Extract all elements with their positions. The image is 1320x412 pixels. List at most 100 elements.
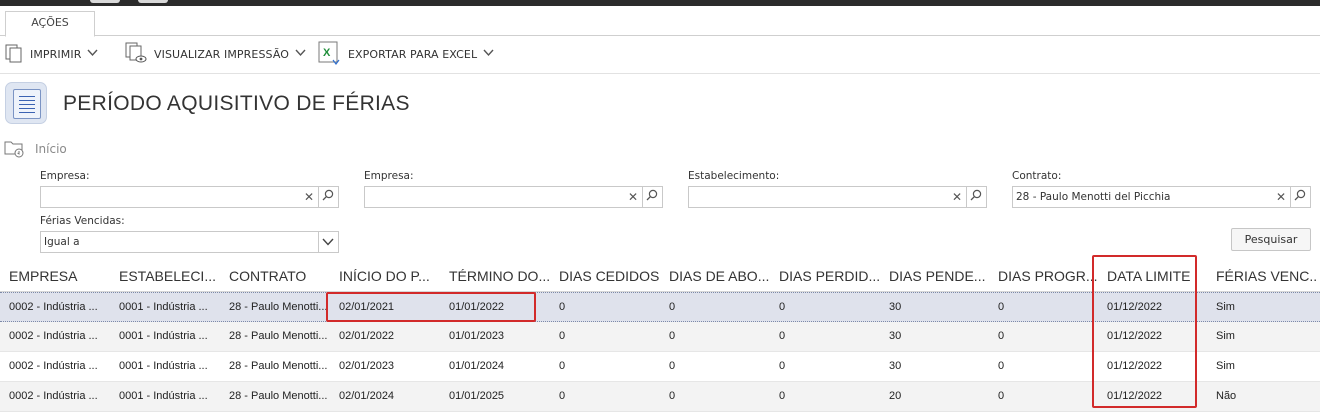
cell-inicio: 02/01/2023 <box>339 360 395 372</box>
cell-dias-perdidos: 0 <box>779 301 786 313</box>
cell-dias-cedidos: 0 <box>559 390 566 402</box>
folder-home-icon <box>4 138 26 161</box>
print-icon <box>4 42 24 67</box>
breadcrumb-label: Início <box>35 142 67 156</box>
column-header-estabelecimento[interactable]: ESTABELECI... <box>119 268 219 284</box>
column-header-dias-programados[interactable]: DIAS PROGR... <box>998 268 1100 284</box>
table-row[interactable]: 0002 - Indústria ... 0001 - Indústria ..… <box>0 352 1320 382</box>
table-row[interactable]: 0002 - Indústria ... 0001 - Indústria ..… <box>0 322 1320 352</box>
cell-contrato: 28 - Paulo Menotti... <box>229 330 328 342</box>
filter-empresa-2: Empresa: ✕ <box>364 170 663 208</box>
cell-ferias-vencidas: Sim <box>1216 301 1235 313</box>
filter-empresa-1: Empresa: ✕ <box>40 170 339 208</box>
cell-dias-programados: 0 <box>998 301 1005 313</box>
chevron-down-icon <box>295 49 306 60</box>
column-header-termino[interactable]: TÉRMINO DO... <box>449 268 551 284</box>
cell-termino: 01/01/2024 <box>449 360 505 372</box>
document-list-icon <box>5 82 47 124</box>
search-icon[interactable] <box>1292 189 1308 205</box>
grid-header-row: EMPRESA ESTABELECI... CONTRATO INÍCIO DO… <box>0 262 1320 292</box>
cell-dias-abono: 0 <box>669 360 676 372</box>
filter-label: Férias Vencidas: <box>40 215 125 227</box>
top-bar-handle <box>90 0 120 3</box>
cell-inicio: 02/01/2021 <box>339 301 395 313</box>
estabelecimento-input[interactable]: ✕ <box>688 186 987 208</box>
column-header-dias-perdidos[interactable]: DIAS PERDID... <box>779 268 881 284</box>
search-button[interactable]: Pesquisar <box>1231 228 1311 251</box>
column-header-inicio[interactable]: INÍCIO DO P... <box>339 268 441 284</box>
cell-ferias-vencidas: Sim <box>1216 360 1235 372</box>
search-icon[interactable] <box>968 189 984 205</box>
cell-dias-pendentes: 30 <box>889 360 902 372</box>
cell-estabelecimento: 0001 - Indústria ... <box>119 330 208 342</box>
cell-contrato: 28 - Paulo Menotti... <box>229 390 328 402</box>
filter-ferias-vencidas: Férias Vencidas: Igual a <box>40 215 339 253</box>
table-row[interactable]: 0002 - Indústria ... 0001 - Indústria ..… <box>0 292 1320 322</box>
print-preview-button[interactable]: VISUALIZAR IMPRESSÃO <box>124 41 306 67</box>
cell-dias-cedidos: 0 <box>559 301 566 313</box>
cell-empresa: 0002 - Indústria ... <box>9 390 98 402</box>
ferias-vencidas-select[interactable]: Igual a <box>40 231 339 253</box>
toolbar: IMPRIMIR VISUALIZAR IMPRESSÃO X EXPORTAR… <box>0 36 1320 74</box>
clear-icon[interactable]: ✕ <box>949 189 965 205</box>
column-header-dias-cedidos[interactable]: DIAS CEDIDOS <box>559 268 661 284</box>
cell-dias-abono: 0 <box>669 390 676 402</box>
table-row[interactable]: 0002 - Indústria ... 0001 - Indústria ..… <box>0 382 1320 412</box>
column-header-contrato[interactable]: CONTRATO <box>229 268 329 284</box>
cell-dias-programados: 0 <box>998 360 1005 372</box>
print-label: IMPRIMIR <box>30 47 82 61</box>
cell-dias-abono: 0 <box>669 301 676 313</box>
search-icon[interactable] <box>320 189 336 205</box>
filter-contrato: Contrato: 28 - Paulo Menotti del Picchia… <box>1012 170 1311 208</box>
filter-label: Empresa: <box>40 170 90 182</box>
column-header-ferias-vencidas[interactable]: FÉRIAS VENC... <box>1216 268 1318 284</box>
chevron-down-icon <box>483 49 494 60</box>
contrato-input[interactable]: 28 - Paulo Menotti del Picchia ✕ <box>1012 186 1311 208</box>
cell-termino: 01/01/2022 <box>449 301 505 313</box>
empresa-input-1[interactable]: ✕ <box>40 186 339 208</box>
cell-empresa: 0002 - Indústria ... <box>9 301 98 313</box>
filter-estabelecimento: Estabelecimento: ✕ <box>688 170 987 208</box>
chevron-down-icon[interactable] <box>320 234 336 250</box>
column-header-dias-pendentes[interactable]: DIAS PENDE... <box>889 268 991 284</box>
clear-icon[interactable]: ✕ <box>301 189 317 205</box>
print-preview-label: VISUALIZAR IMPRESSÃO <box>154 47 290 61</box>
cell-estabelecimento: 0001 - Indústria ... <box>119 301 208 313</box>
cell-dias-pendentes: 20 <box>889 390 902 402</box>
cell-dias-pendentes: 30 <box>889 330 902 342</box>
print-preview-icon <box>124 41 148 68</box>
column-header-empresa[interactable]: EMPRESA <box>9 268 109 284</box>
export-excel-button[interactable]: X EXPORTAR PARA EXCEL <box>318 41 494 67</box>
cell-dias-cedidos: 0 <box>559 330 566 342</box>
export-excel-label: EXPORTAR PARA EXCEL <box>348 47 478 61</box>
filter-label: Contrato: <box>1012 170 1062 182</box>
cell-dias-perdidos: 0 <box>779 390 786 402</box>
tab-acoes[interactable]: AÇÕES <box>5 11 95 37</box>
clear-icon[interactable]: ✕ <box>1273 189 1289 205</box>
cell-inicio: 02/01/2022 <box>339 330 395 342</box>
field-value: 28 - Paulo Menotti del Picchia <box>1016 191 1171 203</box>
cell-data-limite: 01/12/2022 <box>1107 360 1163 372</box>
cell-dias-perdidos: 0 <box>779 330 786 342</box>
cell-contrato: 28 - Paulo Menotti... <box>229 360 328 372</box>
cell-inicio: 02/01/2024 <box>339 390 395 402</box>
search-icon[interactable] <box>644 189 660 205</box>
cell-estabelecimento: 0001 - Indústria ... <box>119 390 208 402</box>
page-title: PERÍODO AQUISITIVO DE FÉRIAS <box>63 92 410 115</box>
filter-label: Estabelecimento: <box>688 170 780 182</box>
filter-label: Empresa: <box>364 170 414 182</box>
cell-dias-cedidos: 0 <box>559 360 566 372</box>
breadcrumb[interactable]: Início <box>4 139 67 159</box>
clear-icon[interactable]: ✕ <box>625 189 641 205</box>
column-header-dias-abono[interactable]: DIAS DE ABO... <box>669 268 771 284</box>
cell-ferias-vencidas: Sim <box>1216 330 1235 342</box>
cell-empresa: 0002 - Indústria ... <box>9 330 98 342</box>
cell-dias-programados: 0 <box>998 390 1005 402</box>
print-button[interactable]: IMPRIMIR <box>4 41 98 67</box>
cell-data-limite: 01/12/2022 <box>1107 301 1163 313</box>
column-header-data-limite[interactable]: DATA LIMITE <box>1107 268 1209 284</box>
svg-text:X: X <box>323 47 331 59</box>
page-header: PERÍODO AQUISITIVO DE FÉRIAS <box>5 82 1305 126</box>
empresa-input-2[interactable]: ✕ <box>364 186 663 208</box>
field-value: Igual a <box>44 236 80 248</box>
